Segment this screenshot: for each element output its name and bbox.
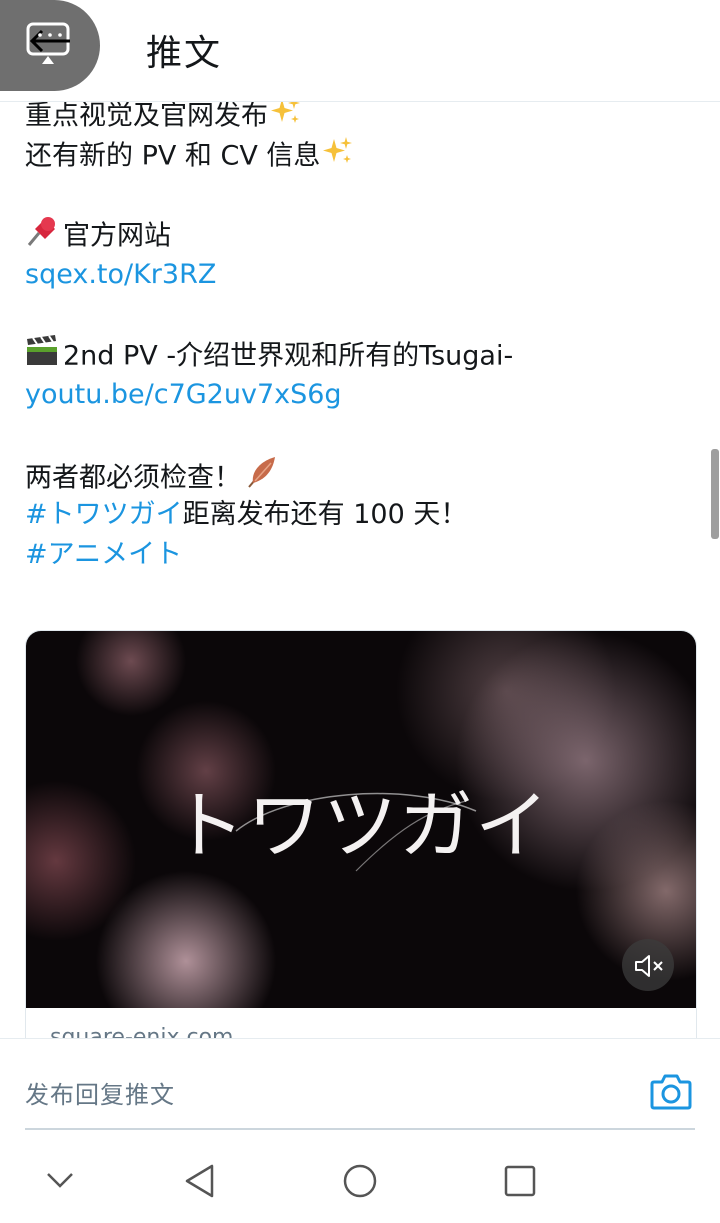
mute-button[interactable] (622, 939, 674, 991)
link-text[interactable]: sqex.to/Kr3RZ (25, 259, 216, 290)
tweet-text: 还有新的 PV 和 CV 信息 (25, 140, 321, 172)
tweet-text: 两者都必须检查！ (25, 462, 241, 494)
system-nav-bar (0, 1138, 720, 1223)
scrollbar[interactable] (711, 449, 719, 539)
official-site-link[interactable]: sqex.to/Kr3RZ (25, 255, 695, 295)
page-title: 推文 (146, 33, 223, 74)
tweet-line: 两者都必须检查！ (25, 455, 695, 495)
chevron-down-icon[interactable] (46, 1171, 74, 1189)
reply-composer[interactable]: 发布回复推文 (0, 1038, 720, 1139)
volume-mute-icon (635, 955, 663, 977)
camera-icon[interactable] (650, 1072, 692, 1110)
link-text[interactable]: youtu.be/c7G2uv7xS6g (25, 379, 342, 410)
tweet-body: 重点视觉及官网发布 还有新的 PV 和 CV 信息 官方网站 sqex.to/K… (25, 95, 695, 575)
back-arrow-icon (26, 22, 70, 64)
clapper-board-icon (25, 335, 59, 379)
video-player[interactable]: トワツガイ (26, 631, 696, 1008)
pushpin-icon (25, 215, 59, 259)
app-header: 推文 (0, 0, 720, 102)
hashtag-link[interactable]: #トワツガイ (25, 499, 183, 530)
tweet-text: 2nd PV -介绍世界观和所有的Tsugai- (63, 340, 514, 372)
hashtag-link[interactable]: #アニメイト (25, 539, 182, 570)
tweet-line: 还有新的 PV 和 CV 信息 (25, 135, 695, 175)
tweet-line: 官方网站 (25, 215, 695, 255)
tweet-line: 2nd PV -介绍世界观和所有的Tsugai- (25, 335, 695, 375)
reply-underline (25, 1128, 695, 1130)
tweet-line: #アニメイト (25, 535, 695, 575)
tweet-text: 距离发布还有 100 天！ (182, 499, 468, 530)
tweet-text: 官方网站 (63, 220, 171, 252)
nav-recents-icon[interactable] (504, 1165, 536, 1197)
pv-link[interactable]: youtu.be/c7G2uv7xS6g (25, 375, 695, 415)
reply-input[interactable]: 发布回复推文 (25, 1075, 175, 1110)
video-title: トワツガイ (171, 783, 551, 869)
nav-home-icon[interactable] (342, 1163, 378, 1199)
tweet-line: #トワツガイ距离发布还有 100 天！ (25, 495, 695, 535)
tweet-text: 重点视觉及官网发布 (25, 100, 268, 132)
back-button[interactable] (0, 0, 100, 91)
sparkles-icon (322, 135, 354, 179)
link-card[interactable]: トワツガイ square-enix.com (25, 630, 697, 1072)
nav-back-icon[interactable] (184, 1163, 216, 1199)
